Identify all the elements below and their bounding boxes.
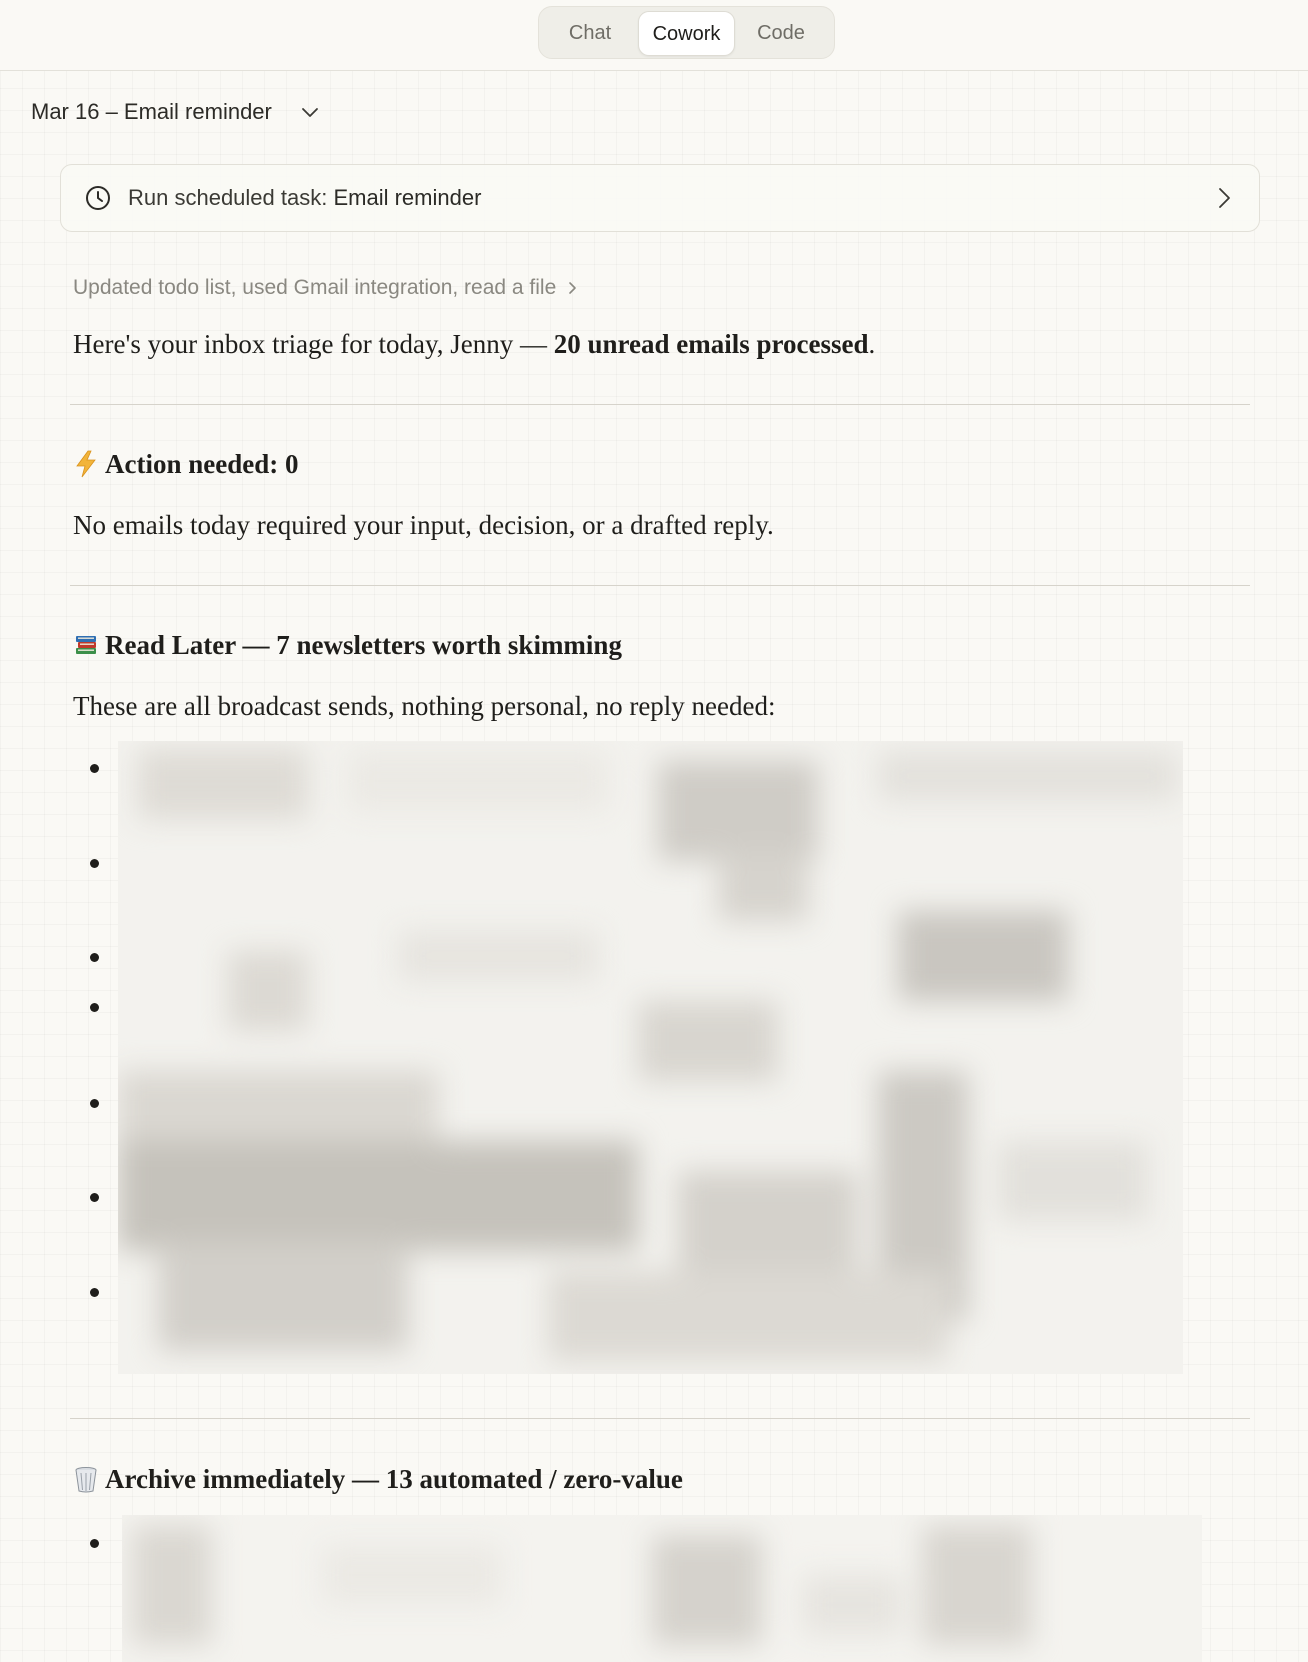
intro-end: .: [868, 329, 876, 359]
top-bar: Chat Cowork Code: [0, 0, 1308, 71]
section-body-read-later: These are all broadcast sends, nothing p…: [73, 691, 776, 721]
intro-text: Here's your inbox triage for today, Jenn…: [73, 329, 554, 359]
list-item: [90, 1193, 99, 1202]
books-icon: [76, 636, 96, 654]
message-intro: Here's your inbox triage for today, Jenn…: [73, 326, 875, 362]
section-heading: Archive immediately — 13 automated / zer…: [105, 1464, 683, 1494]
scheduled-task-card[interactable]: Run scheduled task: Email reminder: [60, 164, 1260, 232]
redacted-list-content: [118, 741, 1183, 1374]
scheduled-task-label: Run scheduled task: Email reminder: [128, 165, 481, 231]
intro-highlight: 20 unread emails processed: [553, 329, 869, 359]
list-item: [90, 1099, 99, 1108]
tool-usage-label: Updated todo list, used Gmail integratio…: [73, 276, 557, 299]
chevron-right-icon: [569, 282, 577, 294]
lightning-icon: [76, 450, 96, 478]
tab-code[interactable]: Code: [738, 11, 824, 56]
mode-switcher: Chat Cowork Code: [538, 6, 835, 59]
section-body-action-needed: No emails today required your input, dec…: [73, 510, 774, 540]
conversation-title[interactable]: Mar 16 – Email reminder: [31, 99, 272, 125]
divider: [70, 1418, 1250, 1419]
tool-usage-summary[interactable]: Updated todo list, used Gmail integratio…: [73, 276, 580, 300]
chevron-right-icon[interactable]: [1211, 185, 1237, 211]
section-title-read-later: Read Later — 7 newsletters worth skimmin…: [73, 627, 622, 663]
list-item: [90, 1539, 99, 1548]
chevron-down-icon[interactable]: [298, 100, 322, 124]
list-item: [90, 1003, 99, 1012]
list-item: [90, 1288, 99, 1297]
redacted-list-content: [122, 1515, 1202, 1662]
clock-icon: [86, 186, 110, 210]
scheduled-task-name: Email reminder: [333, 185, 482, 210]
section-title-archive: Archive immediately — 13 automated / zer…: [73, 1461, 683, 1497]
section-heading: Action needed: 0: [105, 449, 299, 479]
conversation-header[interactable]: Mar 16 – Email reminder: [31, 92, 322, 132]
divider: [70, 404, 1250, 405]
scheduled-task-prefix: Run scheduled task:: [128, 185, 334, 210]
tab-chat[interactable]: Chat: [547, 11, 633, 56]
list-item: [90, 953, 99, 962]
tab-cowork[interactable]: Cowork: [638, 11, 735, 56]
wastebasket-icon: [75, 1467, 97, 1493]
list-item: [90, 764, 99, 773]
section-heading: Read Later — 7 newsletters worth skimmin…: [105, 630, 622, 660]
list-item: [90, 859, 99, 868]
divider: [70, 585, 1250, 586]
section-title-action-needed: Action needed: 0: [73, 446, 298, 482]
